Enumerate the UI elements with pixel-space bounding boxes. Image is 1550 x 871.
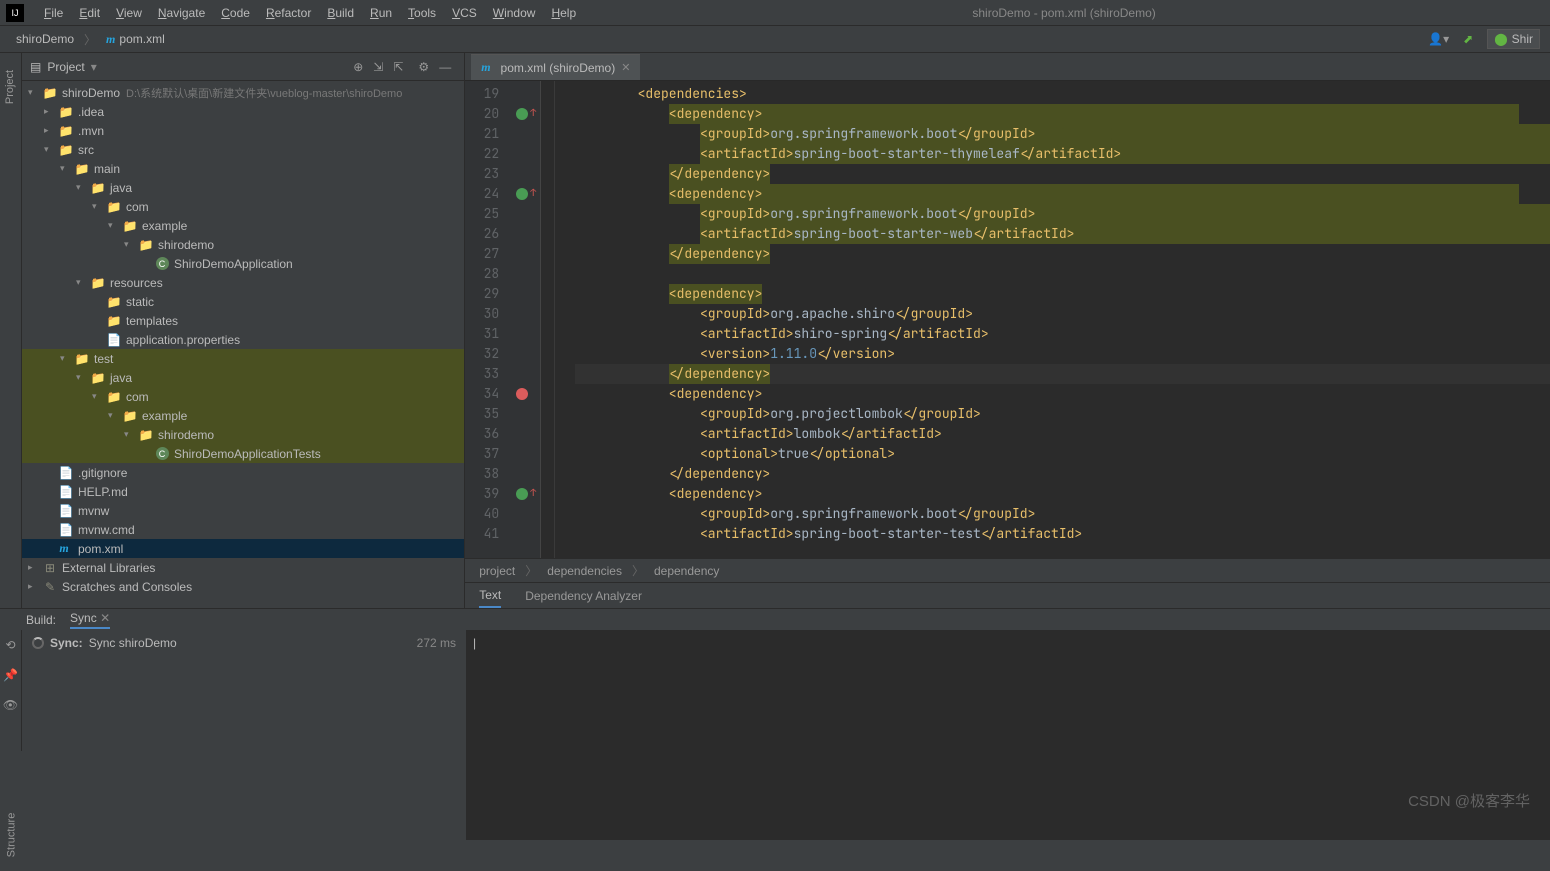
menu-tools[interactable]: Tools — [400, 3, 444, 23]
menu-file[interactable]: File — [36, 3, 71, 23]
left-tool-rail: Project — [0, 53, 22, 608]
tree-item[interactable]: 📁static — [22, 292, 464, 311]
run-config-button[interactable]: ⬤Shir — [1487, 29, 1540, 49]
chevron-down-icon[interactable]: ▾ — [91, 60, 97, 74]
tree-item[interactable]: 📄HELP.md — [22, 482, 464, 501]
collapse-icon[interactable]: ⇱ — [393, 60, 403, 74]
tree-item[interactable]: ▾📁shiroDemoD:\系统默认\桌面\新建文件夹\vueblog-mast… — [22, 83, 464, 102]
menu-help[interactable]: Help — [543, 3, 584, 23]
tree-item[interactable]: ▾📁com — [22, 197, 464, 216]
structure-rail: Structure — [0, 751, 22, 871]
panel-title[interactable]: Project — [47, 60, 84, 74]
tree-item[interactable]: ▾📁shirodemo — [22, 425, 464, 444]
btab-text[interactable]: Text — [479, 584, 501, 608]
tree-item[interactable]: 📁templates — [22, 311, 464, 330]
expand-icon[interactable]: ⇲ — [373, 60, 383, 74]
code-editor[interactable]: 1920212223242526272829303132333435363738… — [465, 81, 1550, 558]
tree-item[interactable]: ▾📁shirodemo — [22, 235, 464, 254]
chevron-right-icon: 〉 — [84, 31, 96, 48]
editor-crumbs: project〉dependencies〉dependency — [465, 558, 1550, 582]
sync-tab[interactable]: Sync ✕ — [70, 611, 110, 629]
rail-structure[interactable]: Structure — [5, 813, 17, 858]
tree-item[interactable]: 📄.gitignore — [22, 463, 464, 482]
btab-dependency-analyzer[interactable]: Dependency Analyzer — [525, 585, 642, 607]
tree-item[interactable]: mpom.xml — [22, 539, 464, 558]
tree-item[interactable]: 📄mvnw — [22, 501, 464, 520]
task-label: Sync shiroDemo — [89, 636, 177, 650]
tree-item[interactable]: CShiroDemoApplication — [22, 254, 464, 273]
eye-icon[interactable]: 👁 — [3, 698, 18, 712]
build-task-row[interactable]: Sync: Sync shiroDemo 272 ms — [32, 636, 456, 650]
tree-item[interactable]: 📄application.properties — [22, 330, 464, 349]
tab-pom[interactable]: m pom.xml (shiroDemo) ✕ — [471, 54, 640, 80]
user-icon[interactable]: 👤▾ — [1428, 32, 1449, 46]
tree-item[interactable]: ▾📁java — [22, 178, 464, 197]
tree-item[interactable]: 📄mvnw.cmd — [22, 520, 464, 539]
fold-column — [541, 81, 555, 558]
tree-item[interactable]: ▾📁com — [22, 387, 464, 406]
build-icon[interactable]: ⬈ — [1463, 32, 1473, 46]
rail-project[interactable]: Project — [5, 70, 17, 104]
close-icon[interactable]: ✕ — [621, 61, 630, 74]
build-output[interactable]: | — [467, 630, 1550, 840]
tree-item[interactable]: ▾📁src — [22, 140, 464, 159]
tree-item[interactable]: ▸✎Scratches and Consoles — [22, 577, 464, 596]
project-view-icon: ▤ — [30, 60, 41, 74]
locate-icon[interactable]: ⊕ — [353, 60, 363, 74]
tab-label: pom.xml (shiroDemo) — [501, 61, 616, 75]
tree-item[interactable]: ▸📁.mvn — [22, 121, 464, 140]
task-label-bold: Sync: — [50, 636, 83, 650]
tree-item[interactable]: ▾📁example — [22, 406, 464, 425]
refresh-icon[interactable]: ⟲ — [5, 638, 15, 652]
tree-item[interactable]: ▸⊞External Libraries — [22, 558, 464, 577]
menu-navigate[interactable]: Navigate — [150, 3, 213, 23]
tree-item[interactable]: CShiroDemoApplicationTests — [22, 444, 464, 463]
marker-gutter — [511, 81, 541, 558]
breadcrumb-root[interactable]: shiroDemo — [10, 30, 80, 48]
menu-edit[interactable]: Edit — [71, 3, 108, 23]
crumb-project[interactable]: project — [479, 564, 515, 578]
menu-refactor[interactable]: Refactor — [258, 3, 319, 23]
build-panel: ⟲ 📌 👁 Sync: Sync shiroDemo 272 ms | — [0, 630, 1550, 840]
tree-item[interactable]: ▾📁main — [22, 159, 464, 178]
ide-logo-icon: IJ — [6, 4, 24, 22]
editor-tabs: m pom.xml (shiroDemo) ✕ — [465, 53, 1550, 81]
gear-icon[interactable]: ⚙ — [418, 60, 429, 74]
menubar: IJ FileEditViewNavigateCodeRefactorBuild… — [0, 0, 1550, 26]
menu-build[interactable]: Build — [319, 3, 362, 23]
menu-code[interactable]: Code — [213, 3, 258, 23]
code-lines[interactable]: <dependencies> <dependency> <groupId>org… — [555, 81, 1550, 558]
menu-window[interactable]: Window — [485, 3, 544, 23]
build-bar: Build: Sync ✕ — [0, 608, 1550, 630]
hide-icon[interactable]: — — [439, 60, 451, 74]
crumb-dependencies[interactable]: dependencies — [547, 564, 622, 578]
editor-area: m pom.xml (shiroDemo) ✕ 1920212223242526… — [465, 53, 1550, 608]
tree-item[interactable]: ▾📁java — [22, 368, 464, 387]
tree-item[interactable]: ▾📁example — [22, 216, 464, 235]
breadcrumb-file[interactable]: mpom.xml — [100, 30, 171, 49]
window-title: shiroDemo - pom.xml (shiroDemo) — [584, 6, 1544, 20]
project-tree[interactable]: ▾📁shiroDemoD:\系统默认\桌面\新建文件夹\vueblog-mast… — [22, 81, 464, 608]
tree-item[interactable]: ▸📁.idea — [22, 102, 464, 121]
project-panel: ▤ Project ▾ ⊕ ⇲ ⇱ ⚙ — ▾📁shiroDemoD:\系统默认… — [22, 53, 465, 608]
tree-item[interactable]: ▾📁test — [22, 349, 464, 368]
nav-bar: shiroDemo 〉 mpom.xml 👤▾ ⬈ ⬤Shir — [0, 26, 1550, 53]
maven-icon: m — [481, 60, 490, 75]
task-time: 272 ms — [417, 636, 456, 650]
pin-icon[interactable]: 📌 — [3, 668, 18, 682]
tree-item[interactable]: ▾📁resources — [22, 273, 464, 292]
build-tasks: Sync: Sync shiroDemo 272 ms — [22, 630, 467, 840]
menu-run[interactable]: Run — [362, 3, 400, 23]
spinner-icon — [32, 637, 44, 649]
panel-header: ▤ Project ▾ ⊕ ⇲ ⇱ ⚙ — — [22, 53, 464, 81]
menu-view[interactable]: View — [108, 3, 150, 23]
line-gutter: 1920212223242526272829303132333435363738… — [465, 81, 511, 558]
build-label: Build: — [26, 613, 56, 627]
menu-vcs[interactable]: VCS — [444, 3, 485, 23]
editor-bottom-tabs: Text Dependency Analyzer — [465, 582, 1550, 608]
crumb-dependency[interactable]: dependency — [654, 564, 719, 578]
